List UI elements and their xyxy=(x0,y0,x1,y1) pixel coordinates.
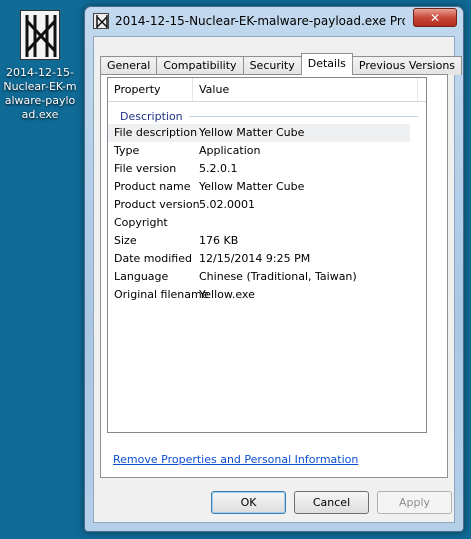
tab-general[interactable]: General xyxy=(100,56,158,75)
remove-properties-link[interactable]: Remove Properties and Personal Informati… xyxy=(113,453,358,466)
apply-button[interactable]: Apply xyxy=(377,491,452,514)
tab-compatibility[interactable]: Compatibility xyxy=(156,56,244,75)
property-value xyxy=(193,214,199,232)
list-row[interactable]: Language Chinese (Traditional, Taiwan) xyxy=(108,268,426,286)
property-name: File description xyxy=(114,126,198,139)
list-row[interactable]: Size 176 KB xyxy=(108,232,426,250)
close-icon: ✕ xyxy=(429,10,441,25)
list-row[interactable]: Original filename Yellow.exe xyxy=(108,286,426,304)
column-header-property[interactable]: Property xyxy=(108,78,193,101)
property-value: Yellow Matter Cube xyxy=(199,180,305,193)
tab-strip: General Compatibility Security Details P… xyxy=(100,53,463,75)
details-list[interactable]: Property Value Description File descript… xyxy=(107,77,427,433)
column-header-value[interactable]: Value xyxy=(193,78,418,101)
property-value: 176 KB xyxy=(199,234,239,247)
list-row[interactable]: Product name Yellow Matter Cube xyxy=(108,178,426,196)
property-value: Yellow Matter Cube xyxy=(199,126,305,139)
list-row[interactable]: File version 5.2.0.1 xyxy=(108,160,426,178)
group-divider xyxy=(188,115,418,117)
property-value: Application xyxy=(199,144,261,157)
desktop-file-label: 2014-12-15-Nuclear-EK-malware-payload.ex… xyxy=(3,66,77,121)
property-name: Date modified xyxy=(114,252,192,265)
property-name: File version xyxy=(114,162,177,175)
list-row[interactable]: Product version 5.02.0001 xyxy=(108,196,426,214)
property-name: Language xyxy=(114,270,169,283)
group-label: Description xyxy=(120,109,183,123)
list-row[interactable]: Copyright xyxy=(108,214,426,232)
close-button[interactable]: ✕ xyxy=(413,8,457,27)
executable-file-icon xyxy=(20,10,60,60)
dialog-client: General Compatibility Security Details P… xyxy=(93,36,463,523)
tab-previous-versions[interactable]: Previous Versions xyxy=(351,56,463,75)
tab-details[interactable]: Details xyxy=(300,53,353,75)
desktop-file-icon[interactable]: 2014-12-15-Nuclear-EK-malware-payload.ex… xyxy=(0,10,80,122)
property-name: Copyright xyxy=(114,216,168,229)
property-name: Size xyxy=(114,234,137,247)
property-value: Chinese (Traditional, Taiwan) xyxy=(199,270,357,283)
property-name: Product version xyxy=(114,198,200,211)
tab-security[interactable]: Security xyxy=(242,56,302,75)
group-header-description: Description xyxy=(114,108,426,124)
properties-window: 2014-12-15-Nuclear-EK-malware-payload.ex… xyxy=(84,6,464,532)
title-bar[interactable]: 2014-12-15-Nuclear-EK-malware-payload.ex… xyxy=(85,7,463,35)
dialog-buttons: OK Cancel Apply xyxy=(211,491,452,514)
list-row[interactable]: Date modified 12/15/2014 9:25 PM xyxy=(108,250,426,268)
list-row[interactable]: Type Application xyxy=(108,142,426,160)
property-value: 5.02.0001 xyxy=(199,198,255,211)
list-header: Property Value xyxy=(108,78,426,102)
window-title: 2014-12-15-Nuclear-EK-malware-payload.ex… xyxy=(115,14,405,28)
property-name: Original filename xyxy=(114,288,209,301)
ok-button[interactable]: OK xyxy=(211,491,286,514)
property-name: Type xyxy=(114,144,140,157)
app-icon xyxy=(93,13,109,29)
property-value: Yellow.exe xyxy=(199,288,255,301)
list-row[interactable]: File description Yellow Matter Cube xyxy=(108,124,410,142)
property-value: 12/15/2014 9:25 PM xyxy=(199,252,311,265)
property-name: Product name xyxy=(114,180,191,193)
property-value: 5.2.0.1 xyxy=(199,162,238,175)
cancel-button[interactable]: Cancel xyxy=(294,491,369,514)
